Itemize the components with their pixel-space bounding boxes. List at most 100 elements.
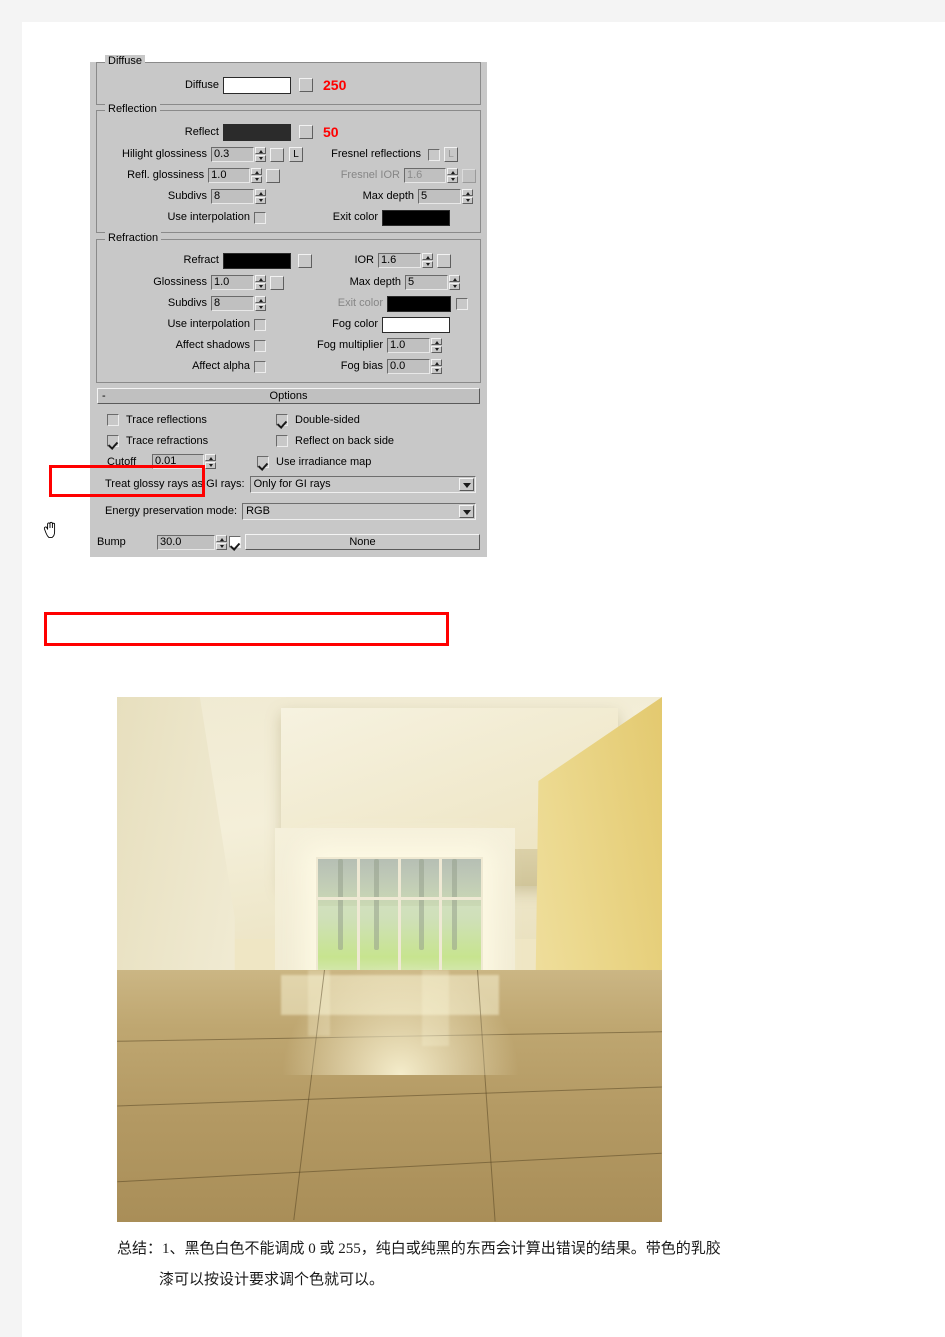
bump-map-row: Bump 30.0 None: [94, 532, 483, 552]
energy-preservation-row: Energy preservation mode: RGB: [97, 496, 480, 526]
reflection-max-depth-label: Max depth: [362, 190, 414, 202]
cutoff-field[interactable]: 0.01: [152, 454, 204, 469]
reflection-subdivs-spinner[interactable]: [255, 189, 266, 204]
render-floor-grout-3: [117, 1152, 662, 1182]
energy-preservation-dropdown[interactable]: RGB: [242, 502, 476, 520]
refraction-group: Refraction Refract IOR 1.6 Glossiness 1.…: [96, 232, 481, 383]
reflect-color-swatch[interactable]: [223, 123, 291, 141]
double-sided-checkbox[interactable]: [276, 413, 288, 426]
reflect-label: Reflect: [184, 125, 219, 138]
fresnel-ior-map-button[interactable]: [461, 168, 476, 183]
hilight-glossiness-label: Hilight glossiness: [122, 148, 207, 160]
refl-glossiness-map-button[interactable]: [266, 168, 281, 183]
trace-refractions-checkbox[interactable]: [107, 434, 119, 447]
refraction-exit-color-swatch[interactable]: [387, 295, 451, 312]
refraction-ior-spinner[interactable]: [422, 253, 433, 268]
refraction-max-depth-spinner[interactable]: [449, 275, 460, 290]
fog-bias-field[interactable]: 0.0: [387, 359, 430, 374]
refraction-subdivs-label: Subdivs: [167, 297, 207, 309]
fog-multiplier-field[interactable]: 1.0: [387, 338, 430, 353]
caption-block: 总结：1、黑色白色不能调成 0 或 255，纯白或纯黑的东西会计算出错误的结果。…: [117, 1234, 917, 1296]
affect-shadows-checkbox[interactable]: [254, 339, 266, 352]
refl-glossiness-label: Refl. glossiness: [127, 169, 205, 181]
reflection-use-interpolation-label: Use interpolation: [167, 211, 250, 223]
bump-map-button[interactable]: None: [245, 534, 480, 550]
diffuse-group: Diffuse Diffuse 250: [96, 55, 481, 105]
fresnel-lock-button[interactable]: L: [444, 147, 458, 162]
hilight-glossiness-lock-button[interactable]: L: [289, 147, 303, 162]
bump-amount-spinner[interactable]: [216, 534, 227, 550]
options-body: Trace reflections Double-sided Trace ref…: [97, 404, 480, 526]
trace-refractions-label: Trace refractions: [126, 434, 209, 447]
reflection-group-title: Reflection: [105, 103, 160, 116]
double-sided-label: Double-sided: [295, 413, 360, 426]
trace-reflections-checkbox[interactable]: [107, 413, 119, 426]
cutoff-label: Cutoff: [107, 455, 137, 468]
refract-map-button[interactable]: [298, 253, 312, 268]
refraction-subdivs-field[interactable]: 8: [211, 296, 254, 311]
refraction-max-depth-field[interactable]: 5: [405, 275, 448, 290]
reflect-on-back-side-checkbox[interactable]: [276, 434, 288, 447]
fog-bias-spinner[interactable]: [431, 359, 442, 374]
chevron-down-icon-2[interactable]: [459, 504, 474, 518]
reflection-use-interpolation-row: Use interpolation Exit color: [97, 207, 480, 228]
diffuse-color-swatch[interactable]: [223, 76, 291, 94]
hilight-glossiness-map-button[interactable]: [270, 147, 284, 162]
chevron-down-icon[interactable]: [459, 477, 474, 491]
use-irradiance-map-checkbox[interactable]: [257, 455, 269, 468]
reflection-exit-color-swatch[interactable]: [382, 209, 450, 226]
treat-glossy-rays-row: Treat glossy rays as GI rays: Only for G…: [97, 472, 480, 496]
affect-shadows-label: Affect shadows: [175, 339, 250, 351]
fog-multiplier-spinner[interactable]: [431, 338, 442, 353]
reflect-value-annotation: 50: [323, 124, 339, 140]
refraction-glossiness-spinner[interactable]: [255, 275, 266, 290]
reflection-subdivs-field[interactable]: 8: [211, 189, 254, 204]
refract-row: Refract IOR 1.6: [97, 249, 480, 272]
refraction-ior-field[interactable]: 1.6: [378, 253, 421, 268]
fog-color-swatch[interactable]: [382, 316, 450, 333]
bump-amount-field[interactable]: 30.0: [157, 534, 215, 550]
refraction-subdivs-spinner[interactable]: [255, 296, 266, 311]
reflection-group: Reflection Reflect 50 Hilight glossiness…: [96, 103, 481, 233]
refl-glossiness-field[interactable]: 1.0: [208, 168, 251, 183]
rendered-interior-image: [117, 697, 662, 1222]
options-rollout-header[interactable]: - Options: [97, 388, 480, 404]
refraction-use-interpolation-checkbox[interactable]: [254, 318, 266, 331]
fog-color-label: Fog color: [332, 318, 378, 330]
render-floor-glow: [280, 959, 521, 1075]
reflection-max-depth-spinner[interactable]: [462, 189, 473, 204]
fresnel-reflections-checkbox[interactable]: [428, 148, 440, 161]
caption-line-1: 总结：1、黑色白色不能调成 0 或 255，纯白或纯黑的东西会计算出错误的结果。…: [117, 1241, 721, 1257]
bump-enable-checkbox[interactable]: [229, 536, 241, 548]
reflection-use-interpolation-checkbox[interactable]: [254, 211, 266, 224]
refraction-glossiness-map-button[interactable]: [270, 275, 284, 290]
render-tree-4: [451, 859, 457, 951]
reflect-map-button[interactable]: [299, 125, 313, 139]
fresnel-ior-field[interactable]: 1.6: [403, 168, 446, 183]
refract-label: Refract: [183, 254, 219, 266]
diffuse-group-title: Diffuse: [105, 55, 146, 68]
diffuse-map-button[interactable]: [299, 78, 313, 92]
refraction-use-interpolation-label: Use interpolation: [167, 318, 250, 330]
refl-glossiness-spinner[interactable]: [251, 168, 263, 183]
fog-bias-label: Fog bias: [340, 360, 383, 372]
cutoff-spinner[interactable]: [205, 454, 216, 469]
hilight-glossiness-spinner[interactable]: [255, 147, 266, 162]
refraction-group-title: Refraction: [105, 232, 162, 245]
refraction-exit-color-checkbox[interactable]: [456, 297, 468, 310]
render-floor-grout-2: [117, 1086, 662, 1107]
refraction-ior-map-button[interactable]: [437, 253, 451, 268]
refract-color-swatch[interactable]: [223, 252, 291, 269]
vray-material-panel: Diffuse Diffuse 250 Reflection Reflect 5…: [90, 55, 487, 557]
affect-alpha-checkbox[interactable]: [254, 360, 266, 373]
reflection-max-depth-field[interactable]: 5: [418, 189, 461, 204]
options-rollout-toggle[interactable]: -: [102, 389, 106, 403]
fresnel-ior-spinner[interactable]: [446, 168, 458, 183]
energy-preservation-label: Energy preservation mode:: [105, 505, 238, 517]
treat-glossy-rays-dropdown[interactable]: Only for GI rays: [249, 475, 476, 493]
affect-shadows-row: Affect shadows Fog multiplier 1.0: [97, 335, 480, 356]
refraction-glossiness-field[interactable]: 1.0: [211, 275, 254, 290]
refraction-glossiness-label: Glossiness: [153, 276, 207, 288]
fresnel-reflections-label: Fresnel reflections: [331, 148, 421, 160]
hilight-glossiness-field[interactable]: 0.3: [211, 147, 254, 162]
